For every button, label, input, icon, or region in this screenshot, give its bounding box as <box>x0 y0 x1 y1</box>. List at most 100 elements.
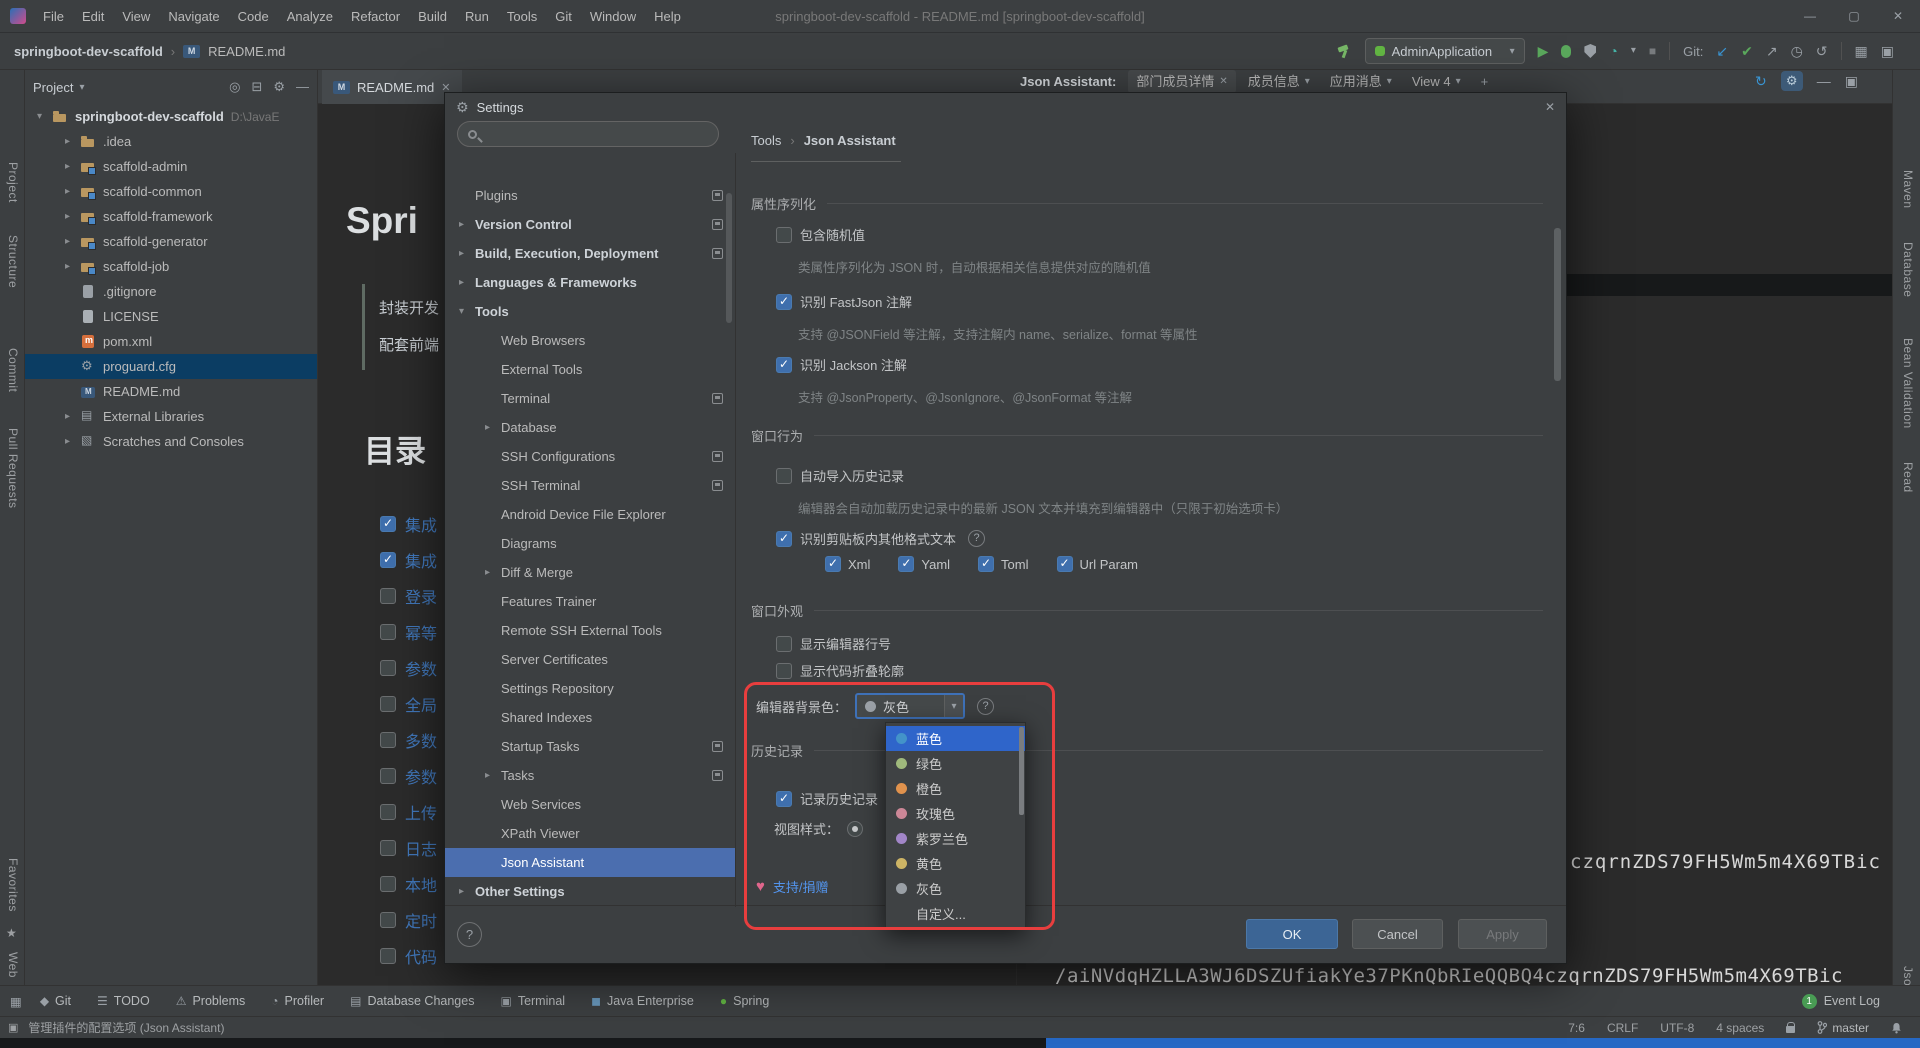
project-tree-item[interactable]: ▸ Scratches and Consoles <box>25 429 317 454</box>
dropdown-option[interactable]: 蓝色 <box>886 726 1025 751</box>
checkbox-icon[interactable] <box>380 768 396 784</box>
scrollbar-thumb[interactable] <box>1019 727 1024 815</box>
layout-button[interactable]: ▦ <box>1855 44 1868 58</box>
tree-arrow-icon[interactable]: ▸ <box>65 411 80 422</box>
profiler-button[interactable]: ◔ <box>1609 44 1617 58</box>
stripe-read[interactable]: Read <box>1901 462 1915 493</box>
chevron-down-icon[interactable]: ▾ <box>944 695 963 717</box>
menu-item[interactable]: Window <box>581 0 645 33</box>
dropdown-option[interactable]: 自定义... <box>886 901 1025 926</box>
project-root-row[interactable]: ▾ springboot-dev-scaffold D:\JavaE <box>25 104 317 129</box>
indent-setting[interactable]: 4 spaces <box>1716 1021 1764 1035</box>
event-log-button[interactable]: 1 Event Log <box>1802 994 1920 1009</box>
dropdown-option[interactable]: 黄色 <box>886 851 1025 876</box>
project-tree-item[interactable]: ▸ scaffold-framework <box>25 204 317 229</box>
cancel-button[interactable]: Cancel <box>1352 919 1443 949</box>
checkbox-icon[interactable] <box>380 912 396 928</box>
settings-tree-item[interactable]: Server Certificates <box>445 645 735 674</box>
json-tool-tab[interactable]: 应用消息 ✕ ▾ <box>1322 70 1400 93</box>
minimize-button[interactable]: — <box>1788 0 1832 33</box>
editor-tab-readme[interactable]: M README.md ✕ <box>322 70 462 104</box>
checkbox-icon[interactable] <box>825 556 841 572</box>
settings-gear-icon[interactable]: ⚙ <box>273 79 285 95</box>
settings-tree-item[interactable]: Terminal <box>445 384 735 413</box>
collapse-all-icon[interactable]: ⊟ <box>251 79 262 95</box>
settings-tree-item[interactable]: ▸ Build, Execution, Deployment <box>445 239 735 268</box>
tool-window-button[interactable]: ⚠ Problems <box>176 994 246 1008</box>
git-branch-indicator[interactable]: master <box>1817 1021 1869 1035</box>
settings-tree-item[interactable]: Web Browsers <box>445 326 735 355</box>
dropdown-option[interactable]: 绿色 <box>886 751 1025 776</box>
settings-search[interactable] <box>457 121 719 147</box>
push-button[interactable]: ↗ <box>1766 44 1778 58</box>
stripe-favorites[interactable]: Favorites <box>6 858 20 912</box>
settings-tree-item[interactable]: ▸ Other Settings <box>445 877 735 906</box>
breadcrumb-project[interactable]: springboot-dev-scaffold <box>14 44 163 59</box>
breadcrumb-file[interactable]: README.md <box>208 44 285 59</box>
add-tab-button[interactable]: + <box>1475 74 1495 89</box>
settings-tree-item[interactable]: Android Device File Explorer <box>445 500 735 529</box>
settings-tree-item[interactable]: Shared Indexes <box>445 703 735 732</box>
toc-link[interactable]: 日志 <box>405 836 437 860</box>
tree-arrow-icon[interactable]: ▸ <box>459 277 475 288</box>
restore-tool-icon[interactable]: ▣ <box>1845 74 1858 88</box>
help-icon[interactable]: ? <box>968 530 985 547</box>
json-tool-tab[interactable]: 成员信息 ✕ ▾ <box>1240 70 1318 93</box>
menu-item[interactable]: Help <box>645 0 690 33</box>
gear-icon[interactable]: ⚙ <box>1781 71 1803 91</box>
checkbox-icon[interactable] <box>380 624 396 640</box>
settings-tree-item[interactable]: Diagrams <box>445 529 735 558</box>
restore-layout-button[interactable]: ▣ <box>1881 44 1894 58</box>
breadcrumb-tools[interactable]: Tools <box>751 133 781 148</box>
tree-arrow-icon[interactable]: ▸ <box>485 770 501 781</box>
settings-tree-item[interactable]: Web Services <box>445 790 735 819</box>
settings-tree-item[interactable]: Json Assistant <box>445 848 735 877</box>
checkbox-folding[interactable] <box>776 663 792 679</box>
tool-window-button[interactable]: ▤ Database Changes <box>350 994 474 1008</box>
checkbox-random[interactable] <box>776 227 792 243</box>
tree-arrow-icon[interactable]: ▸ <box>65 186 80 197</box>
file-encoding[interactable]: UTF-8 <box>1660 1021 1694 1035</box>
stripe-pull-requests[interactable]: Pull Requests <box>6 428 20 509</box>
settings-tree-item[interactable]: ▸ Database <box>445 413 735 442</box>
project-view-title[interactable]: Project <box>33 80 73 95</box>
coverage-button[interactable] <box>1584 44 1596 58</box>
toc-link[interactable]: 登录 <box>405 584 437 608</box>
toc-link[interactable]: 集成 <box>405 548 437 572</box>
checkbox-icon[interactable] <box>1057 556 1073 572</box>
line-separator[interactable]: CRLF <box>1607 1021 1638 1035</box>
toc-link[interactable]: 定时 <box>405 908 437 932</box>
ok-button[interactable]: OK <box>1246 919 1338 949</box>
lock-icon[interactable] <box>1786 1026 1795 1033</box>
project-tree-item[interactable]: .gitignore <box>25 279 317 304</box>
project-tree-item[interactable]: ▸ scaffold-generator <box>25 229 317 254</box>
tree-arrow-icon[interactable]: ▸ <box>485 567 501 578</box>
tree-arrow-icon[interactable]: ▸ <box>65 436 80 447</box>
settings-tree-item[interactable]: Settings Repository <box>445 674 735 703</box>
json-tool-tab[interactable]: 部门成员详情 ✕ ▾ <box>1128 70 1235 93</box>
tree-arrow-icon[interactable]: ▸ <box>65 236 80 247</box>
project-tree-item[interactable]: ▸ scaffold-common <box>25 179 317 204</box>
menu-item[interactable]: Build <box>409 0 456 33</box>
tool-window-button[interactable]: ◆ Git <box>40 994 71 1008</box>
checkbox-icon[interactable] <box>380 696 396 712</box>
tool-window-button[interactable]: ◼ Java Enterprise <box>591 994 694 1008</box>
checkbox-jackson[interactable] <box>776 357 792 373</box>
checkbox-icon[interactable] <box>978 556 994 572</box>
settings-tree-item[interactable]: ▾ Tools <box>445 297 735 326</box>
menu-item[interactable]: Navigate <box>159 0 228 33</box>
bg-color-select[interactable]: 灰色 ▾ <box>855 693 965 719</box>
checkbox-icon[interactable] <box>380 840 396 856</box>
donate-link[interactable]: 支持/捐赠 <box>773 877 829 896</box>
help-icon[interactable]: ? <box>977 698 994 715</box>
maximize-button[interactable]: ▢ <box>1832 0 1876 33</box>
debug-button[interactable] <box>1561 45 1571 58</box>
menu-item[interactable]: Refactor <box>342 0 409 33</box>
search-input[interactable] <box>484 127 689 142</box>
locate-file-icon[interactable]: ◎ <box>229 79 240 95</box>
project-tree-item[interactable]: ▸ .idea <box>25 129 317 154</box>
project-tree-item[interactable]: pom.xml <box>25 329 317 354</box>
settings-tree-item[interactable]: SSH Configurations <box>445 442 735 471</box>
toc-link[interactable]: 多数 <box>405 728 437 752</box>
project-tree-item[interactable]: ▸ External Libraries <box>25 404 317 429</box>
